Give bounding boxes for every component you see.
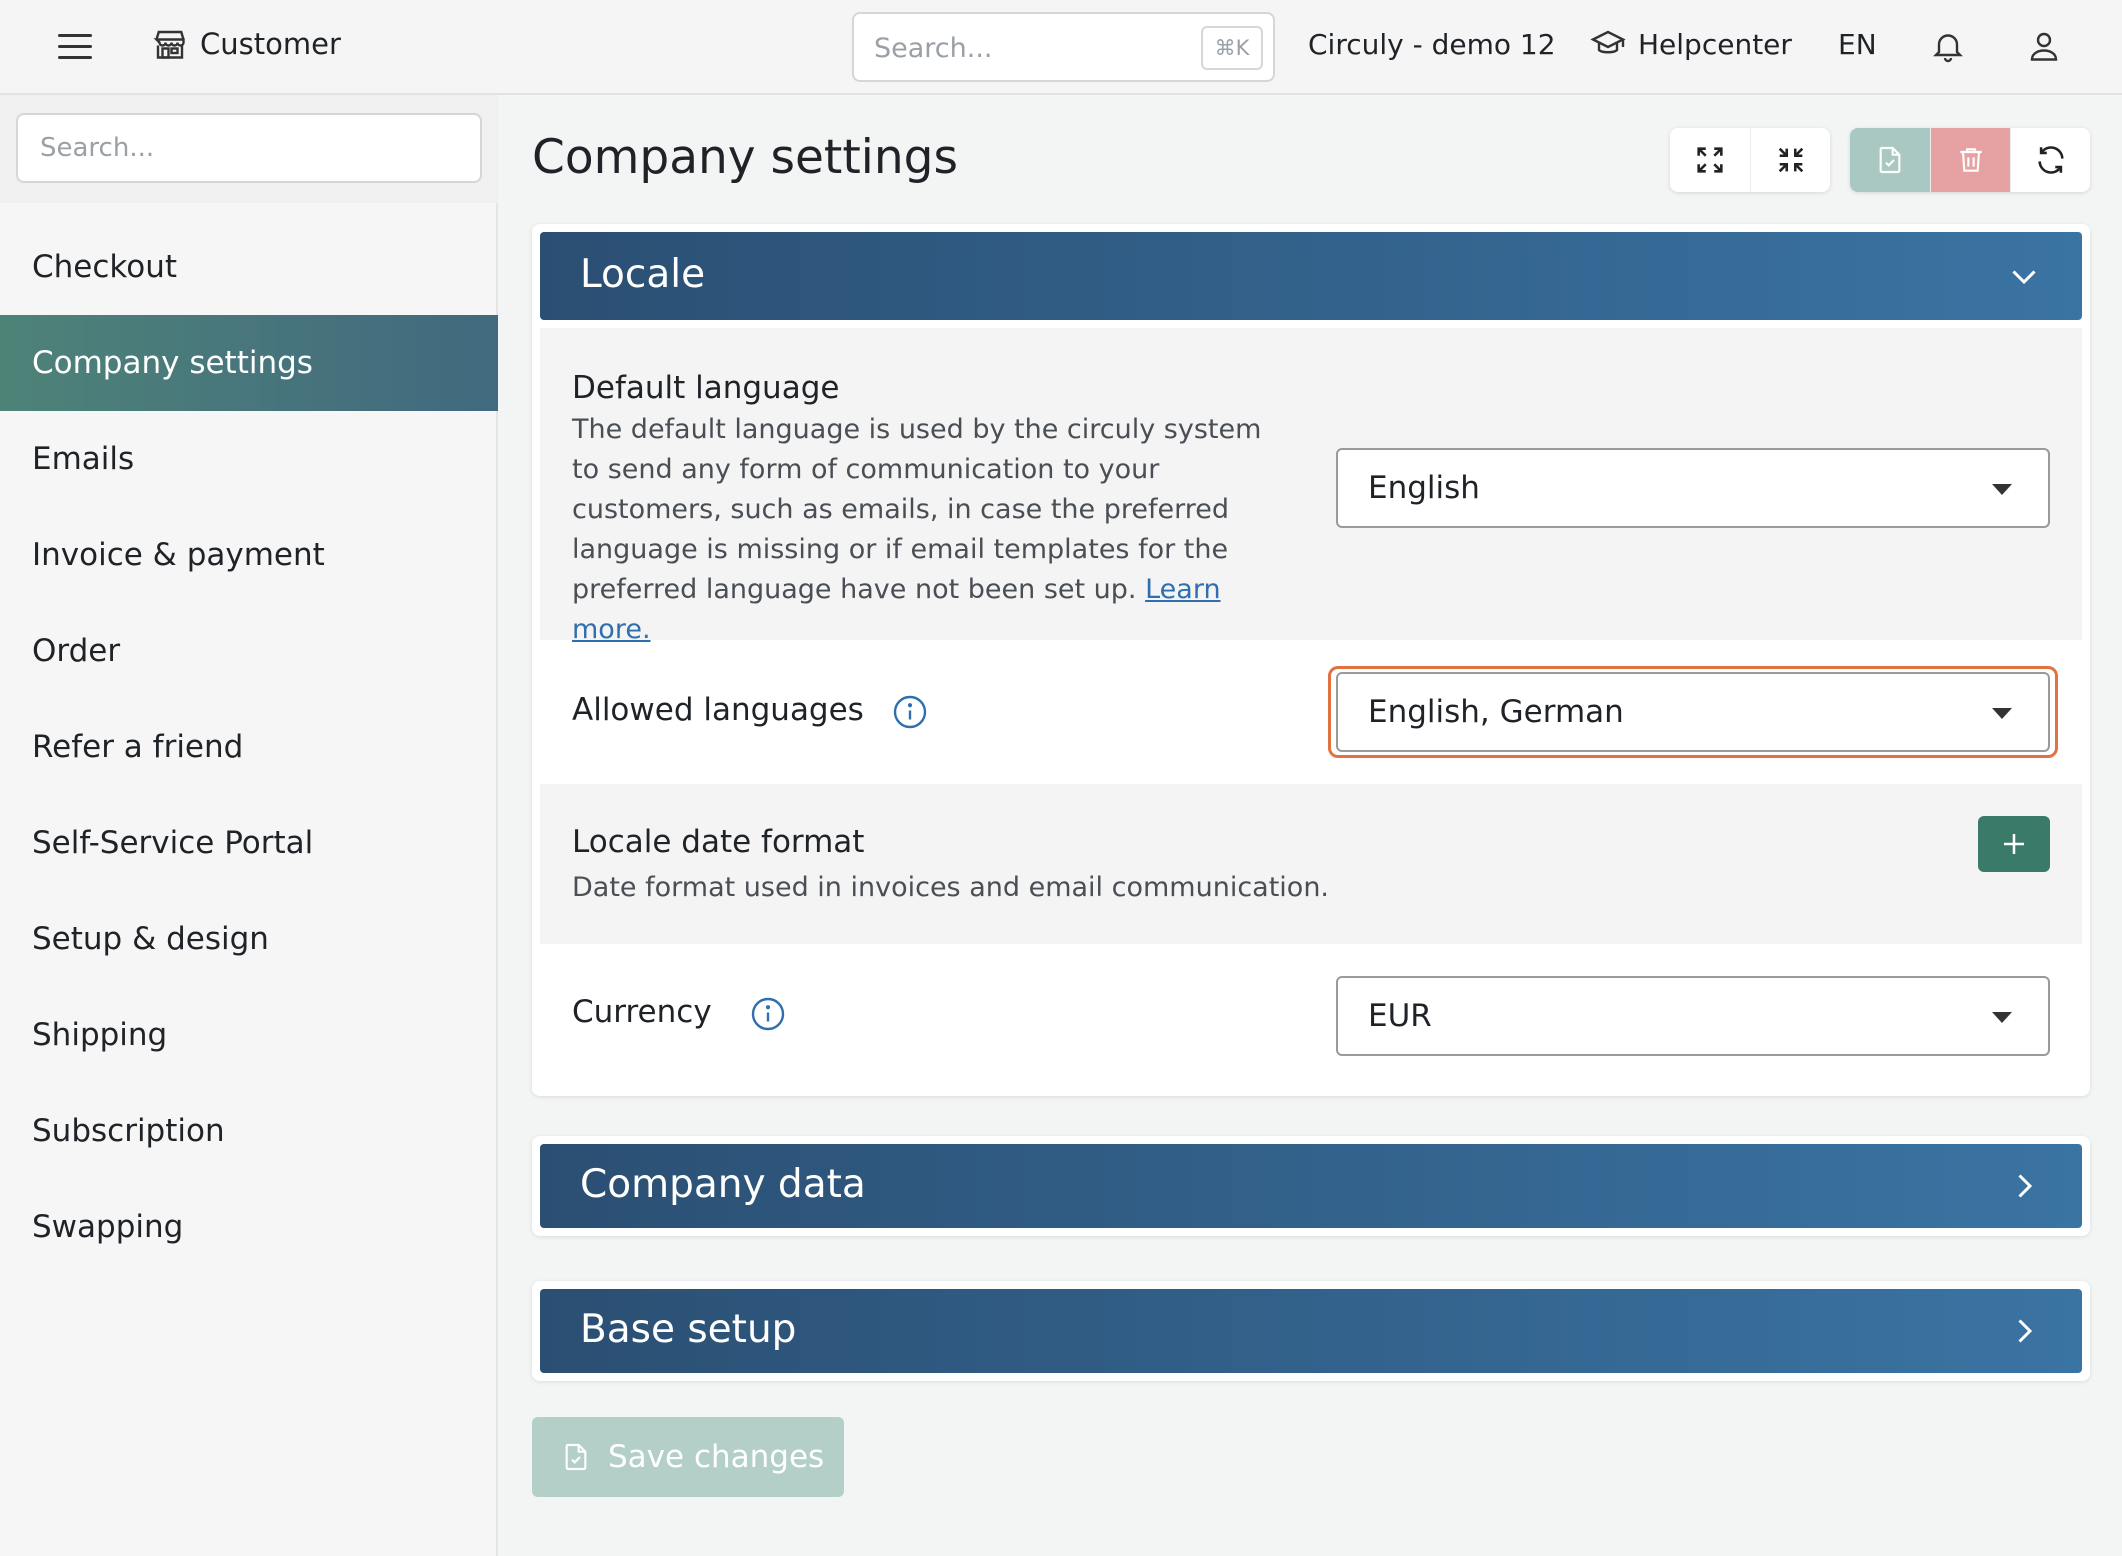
info-icon[interactable] — [892, 694, 928, 730]
global-search-input[interactable] — [874, 30, 1174, 66]
allowed-languages-select[interactable]: English, German — [1336, 672, 2050, 752]
save-changes-label: Save changes — [608, 1439, 825, 1475]
caret-down-icon — [1992, 1012, 2012, 1023]
sidebar-nav: Checkout Company settings Emails Invoice… — [0, 219, 498, 1275]
language-switcher[interactable]: EN — [1838, 28, 1877, 61]
sidebar-item-swapping[interactable]: Swapping — [0, 1179, 498, 1275]
brand-label: Customer — [200, 27, 341, 61]
default-language-description: The default language is used by the circ… — [572, 410, 1292, 650]
helpcenter-link[interactable]: Helpcenter — [1590, 26, 1792, 62]
base-setup-section: Base setup — [532, 1281, 2090, 1381]
sidebar-item-checkout[interactable]: Checkout — [0, 219, 498, 315]
locale-section-header[interactable]: Locale — [540, 232, 2082, 320]
user-menu-button[interactable] — [2026, 26, 2062, 70]
add-date-format-button[interactable] — [1978, 816, 2050, 872]
action-toolbar — [1850, 128, 2090, 192]
base-setup-section-header[interactable]: Base setup — [540, 1289, 2082, 1373]
allowed-languages-row: Allowed languages English, German — [540, 640, 2082, 784]
sidebar: Checkout Company settings Emails Invoice… — [0, 95, 498, 1556]
refresh-icon — [2037, 146, 2064, 174]
sidebar-item-emails[interactable]: Emails — [0, 411, 498, 507]
date-format-description: Date format used in invoices and email c… — [572, 872, 1330, 903]
date-format-row: Locale date format Date format used in i… — [540, 784, 2082, 944]
chevron-down-icon — [2012, 270, 2036, 285]
locale-section: Locale Default language The default lang… — [532, 224, 2090, 1096]
caret-down-icon — [1992, 708, 2012, 719]
top-bar: Customer ⌘K Circuly - demo 12 Helpcenter… — [0, 0, 2122, 95]
date-format-label: Locale date format — [572, 824, 865, 860]
currency-row: Currency EUR — [540, 944, 2082, 1088]
allowed-languages-label: Allowed languages — [572, 692, 864, 728]
allowed-languages-value: English, German — [1368, 694, 1624, 730]
default-language-select[interactable]: English — [1336, 448, 2050, 528]
search-shortcut-hint: ⌘K — [1201, 26, 1263, 70]
currency-value: EUR — [1368, 998, 1432, 1034]
company-data-section-header[interactable]: Company data — [540, 1144, 2082, 1228]
expand-icon — [1697, 147, 1723, 173]
bell-icon — [1933, 34, 1963, 63]
sidebar-item-order[interactable]: Order — [0, 603, 498, 699]
toolbar-delete-button[interactable] — [1930, 128, 2010, 192]
sidebar-item-subscription[interactable]: Subscription — [0, 1083, 498, 1179]
tenant-switcher[interactable]: Circuly - demo 12 — [1308, 28, 1556, 61]
company-data-section-title: Company data — [580, 1162, 866, 1207]
store-icon — [153, 30, 185, 59]
menu-icon[interactable] — [58, 34, 92, 62]
expand-collapse-group — [1670, 128, 1830, 192]
save-changes-button[interactable]: Save changes — [532, 1417, 844, 1497]
global-search[interactable]: ⌘K — [852, 12, 1275, 82]
collapse-all-button[interactable] — [1750, 128, 1830, 192]
plus-icon — [2004, 834, 2024, 854]
chevron-right-icon — [2018, 1174, 2033, 1198]
sidebar-search-input[interactable] — [16, 113, 482, 183]
collapse-icon — [1778, 147, 1803, 173]
expand-all-button[interactable] — [1670, 128, 1750, 192]
sidebar-item-setup-design[interactable]: Setup & design — [0, 891, 498, 987]
notifications-button[interactable] — [1930, 26, 1966, 70]
page-title: Company settings — [532, 130, 958, 185]
sidebar-item-company-settings[interactable]: Company settings — [0, 315, 498, 411]
brand[interactable]: Customer — [152, 26, 341, 62]
currency-select[interactable]: EUR — [1336, 976, 2050, 1056]
file-check-icon — [1879, 146, 1901, 174]
currency-label: Currency — [572, 994, 712, 1030]
toolbar-refresh-button[interactable] — [2010, 128, 2090, 192]
locale-section-title: Locale — [580, 252, 706, 297]
user-icon — [2030, 32, 2058, 61]
sidebar-item-invoice-payment[interactable]: Invoice & payment — [0, 507, 498, 603]
graduation-cap-icon — [1590, 30, 1626, 54]
company-data-section: Company data — [532, 1136, 2090, 1236]
default-language-value: English — [1368, 470, 1480, 506]
info-icon[interactable] — [750, 996, 786, 1032]
file-check-icon — [565, 1443, 587, 1471]
caret-down-icon — [1992, 484, 2012, 495]
sidebar-item-self-service-portal[interactable]: Self-Service Portal — [0, 795, 498, 891]
base-setup-section-title: Base setup — [580, 1307, 797, 1352]
default-language-label: Default language — [572, 370, 840, 406]
helpcenter-label: Helpcenter — [1638, 27, 1792, 61]
sidebar-item-refer-a-friend[interactable]: Refer a friend — [0, 699, 498, 795]
trash-icon — [1959, 148, 1982, 172]
sidebar-item-shipping[interactable]: Shipping — [0, 987, 498, 1083]
sidebar-search-area — [0, 95, 498, 203]
chevron-right-icon — [2018, 1319, 2033, 1343]
default-language-row: Default language The default language is… — [540, 328, 2082, 645]
toolbar-save-button[interactable] — [1850, 128, 1930, 192]
